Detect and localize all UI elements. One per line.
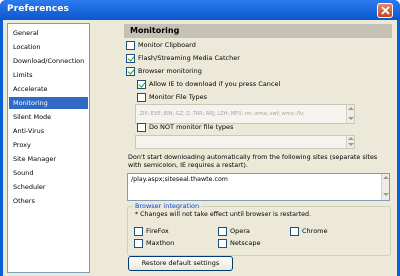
sidebar-item-general[interactable]: General — [9, 27, 88, 39]
file-types-scrollbar[interactable] — [346, 105, 354, 123]
monitor-file-types-label: Monitor File Types — [149, 93, 208, 101]
title-bar[interactable]: Preferences — [0, 0, 400, 20]
sidebar-item-limits[interactable]: Limits — [9, 69, 88, 81]
browser-monitoring-label: Browser monitoring — [138, 67, 202, 75]
scroll-up-icon[interactable] — [348, 107, 354, 110]
preferences-window: Preferences General Location Download/Co… — [0, 0, 400, 276]
do-not-monitor-label: Do NOT monitor file types — [149, 123, 234, 131]
netscape-label: Netscape — [230, 239, 261, 247]
allow-ie-label: Allow IE to download if you press Cancel — [149, 80, 281, 88]
excluded-sites-textbox[interactable]: /play.aspx;siteseal.thawte.com — [127, 173, 390, 201]
dialog-body: General Location Download/Connection Lim… — [3, 20, 397, 276]
sidebar-item-accelerate[interactable]: Accelerate — [9, 83, 88, 95]
browser-monitoring-checkbox[interactable] — [126, 67, 135, 76]
category-list[interactable]: General Location Download/Connection Lim… — [7, 23, 90, 273]
sidebar-item-location[interactable]: Location — [9, 41, 88, 53]
flash-streaming-checkbox[interactable] — [126, 54, 135, 63]
sidebar-item-silent-mode[interactable]: Silent Mode — [9, 111, 88, 123]
monitor-file-types-checkbox[interactable] — [137, 93, 146, 102]
close-icon — [381, 6, 390, 15]
scroll-up-icon[interactable] — [348, 137, 354, 140]
sidebar-item-download-connection[interactable]: Download/Connection — [9, 55, 88, 67]
browser-integration-legend: Browser integration — [133, 202, 202, 210]
firefox-checkbox[interactable] — [134, 227, 143, 236]
panel-header: Monitoring — [124, 24, 392, 38]
scroll-down-icon[interactable] — [383, 193, 389, 196]
close-button[interactable] — [377, 3, 393, 18]
sidebar-item-sound[interactable]: Sound — [9, 167, 88, 179]
excluded-sites-scrollbar[interactable] — [381, 174, 389, 200]
opera-label: Opera — [230, 227, 250, 235]
flash-streaming-label: Flash/Streaming Media Catcher — [138, 54, 240, 62]
netscape-checkbox[interactable] — [218, 239, 227, 248]
scroll-up-icon[interactable] — [383, 176, 389, 179]
restart-note: * Changes will not take effect until bro… — [135, 211, 311, 218]
sidebar-item-anti-virus[interactable]: Anti-Virus — [9, 125, 88, 137]
scroll-down-icon[interactable] — [348, 117, 354, 120]
sidebar-item-monitoring[interactable]: Monitoring — [9, 97, 88, 109]
sidebar-item-scheduler[interactable]: Scheduler — [9, 181, 88, 193]
excluded-types-textbox[interactable] — [135, 135, 355, 149]
restore-defaults-button[interactable]: Restore default settings — [128, 256, 233, 271]
maxthon-checkbox[interactable] — [134, 239, 143, 248]
file-types-value: .ZIP;.EXE;.BIN;.GZ;.Z;.TAR;.ARJ;.LZH;.MP… — [138, 111, 307, 117]
maxthon-label: Maxthon — [146, 239, 175, 247]
excluded-sites-value: /play.aspx;siteseal.thawte.com — [131, 176, 228, 183]
sites-description: Don't start downloading automatically fr… — [128, 153, 378, 170]
allow-ie-checkbox[interactable] — [137, 80, 146, 89]
panel-title: Monitoring — [130, 26, 180, 35]
monitor-clipboard-checkbox[interactable] — [126, 41, 135, 50]
excluded-types-scrollbar[interactable] — [346, 136, 354, 148]
opera-checkbox[interactable] — [218, 227, 227, 236]
chrome-label: Chrome — [302, 227, 328, 235]
chrome-checkbox[interactable] — [290, 227, 299, 236]
do-not-monitor-checkbox[interactable] — [137, 123, 146, 132]
monitor-clipboard-label: Monitor Clipboard — [138, 41, 196, 49]
firefox-label: FireFox — [146, 227, 169, 235]
sidebar-item-proxy[interactable]: Proxy — [9, 139, 88, 151]
scroll-down-icon[interactable] — [348, 143, 354, 146]
window-title: Preferences — [7, 4, 70, 14]
sidebar-item-others[interactable]: Others — [9, 195, 88, 207]
sidebar-item-site-manager[interactable]: Site Manager — [9, 153, 88, 165]
